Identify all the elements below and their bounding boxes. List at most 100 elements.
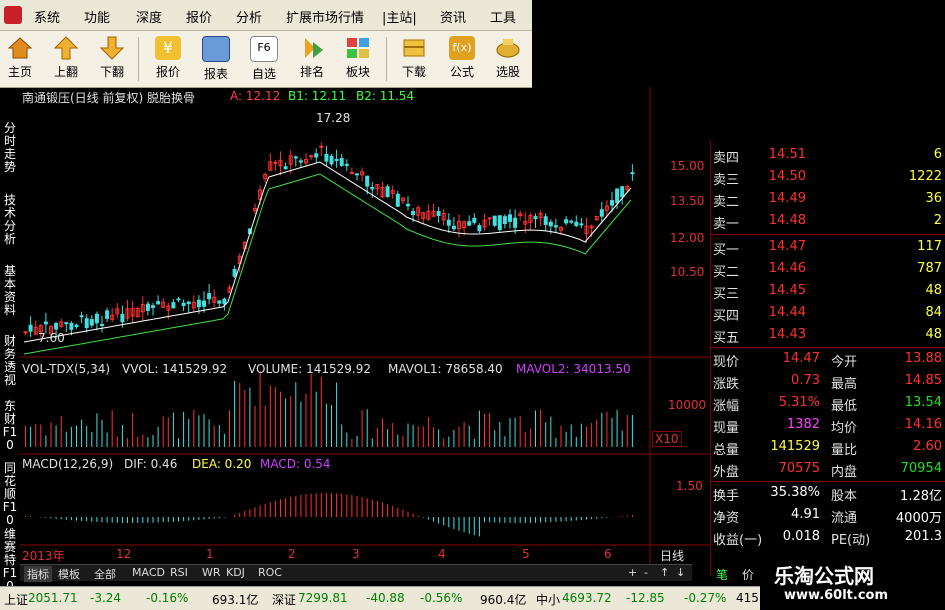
zx-value: 4693.72 bbox=[562, 591, 612, 605]
candle bbox=[615, 188, 620, 204]
tab-wr[interactable]: WR bbox=[202, 566, 221, 579]
candle bbox=[436, 211, 441, 217]
candle bbox=[502, 216, 507, 225]
menu-item[interactable]: 扩展市场行情 bbox=[286, 7, 364, 26]
stat-row: 涨幅 5.31% 最低 13.54 bbox=[713, 395, 942, 414]
scroll-up-button[interactable]: ↑ bbox=[660, 566, 669, 579]
candle bbox=[569, 220, 574, 223]
price-tick: 12.00 bbox=[670, 231, 705, 245]
page-down-button[interactable]: 下翻 bbox=[92, 34, 132, 84]
candle bbox=[79, 315, 84, 318]
rank-button[interactable]: 排名 bbox=[292, 34, 332, 84]
page-up-button[interactable]: 上翻 bbox=[46, 34, 86, 84]
toolbar-divider bbox=[386, 37, 387, 81]
candle bbox=[487, 217, 492, 220]
side-tab-wst-f10[interactable]: 维赛特F10 bbox=[2, 528, 18, 593]
menu-bar: 系统 功能 深度 报价 分析 扩展市场行情 |主站| 资讯 工具 bbox=[0, 0, 532, 31]
formula-button[interactable]: f(x) 公式 bbox=[442, 34, 482, 84]
watchlist-button[interactable]: F6 自选 bbox=[244, 34, 284, 84]
candle bbox=[324, 153, 329, 162]
home-button[interactable]: 主页 bbox=[0, 34, 40, 84]
zoom-out-button[interactable]: - bbox=[644, 566, 648, 579]
candle bbox=[574, 221, 579, 227]
sz-change: -40.88 bbox=[366, 591, 405, 605]
candles bbox=[23, 142, 635, 339]
candle bbox=[64, 322, 69, 325]
mavol2-value: MAVOL2: 34013.50 bbox=[516, 362, 631, 376]
sh-label: 上证 bbox=[4, 593, 29, 607]
candle bbox=[171, 302, 176, 309]
peak-label: 17.28 bbox=[316, 111, 351, 125]
download-button[interactable]: 下载 bbox=[394, 34, 434, 84]
candle bbox=[283, 166, 288, 170]
menu-item[interactable]: 报价 bbox=[186, 7, 212, 26]
indicator-a: A: 12.12 bbox=[230, 89, 281, 103]
tab-rsi[interactable]: RSI bbox=[170, 566, 188, 579]
indicator-b2: B2: 11.54 bbox=[356, 89, 415, 103]
candle bbox=[513, 217, 518, 228]
candle bbox=[222, 298, 227, 305]
date-label: 2013年 bbox=[22, 549, 65, 563]
candle bbox=[630, 172, 635, 175]
menu-item[interactable]: |主站| bbox=[382, 7, 417, 26]
quote-button[interactable]: ¥ 报价 bbox=[148, 34, 188, 84]
sh-amount: 693.1亿 bbox=[212, 593, 259, 607]
sell-row: 卖四 14.51 6 bbox=[713, 147, 942, 166]
menu-item[interactable]: 深度 bbox=[136, 7, 162, 26]
candle bbox=[196, 299, 201, 308]
tab-macd[interactable]: MACD bbox=[132, 566, 165, 579]
candle bbox=[74, 324, 79, 328]
tab-all[interactable]: 全部 bbox=[94, 566, 116, 582]
menu-item[interactable]: 资讯 bbox=[440, 7, 466, 26]
side-tab-technical[interactable]: 技术分析 bbox=[2, 194, 18, 246]
buy-row: 买一 14.47 117 bbox=[713, 239, 942, 258]
stock-pick-button[interactable]: 选股 bbox=[488, 34, 528, 84]
candle bbox=[467, 221, 472, 226]
report-icon bbox=[202, 36, 230, 62]
side-tab-ths-f10[interactable]: 同花顺F10 bbox=[2, 462, 18, 527]
volume-value: VOLUME: 141529.92 bbox=[248, 362, 371, 376]
candle bbox=[344, 163, 349, 166]
download-icon bbox=[401, 36, 427, 60]
period-label[interactable]: 日线 bbox=[660, 547, 684, 564]
volume-bars bbox=[25, 370, 633, 447]
stock-pick-icon bbox=[495, 36, 521, 60]
price-tick: 13.50 bbox=[670, 194, 705, 208]
date-label: 6 bbox=[604, 547, 612, 561]
candle bbox=[451, 225, 456, 230]
tab-template[interactable]: 模板 bbox=[58, 566, 80, 582]
tab-kdj[interactable]: KDJ bbox=[226, 566, 245, 579]
candle bbox=[273, 161, 278, 164]
status-bar: 上证 2051.71 -3.24 -0.16% 693.1亿 深证 7299.8… bbox=[0, 586, 760, 610]
report-button[interactable]: 报表 bbox=[196, 34, 236, 84]
tab-ticks[interactable]: 笔 bbox=[716, 566, 728, 583]
f6-icon: F6 bbox=[250, 36, 278, 62]
menu-item[interactable]: 功能 bbox=[84, 7, 110, 26]
tab-price[interactable]: 价 bbox=[742, 566, 754, 583]
macd-bars bbox=[25, 493, 633, 537]
candle bbox=[370, 187, 375, 190]
side-tab-east-f10[interactable]: 东财F10 bbox=[2, 400, 18, 452]
sz-amount: 960.4亿 bbox=[480, 593, 527, 607]
side-tab-intraday[interactable]: 分时走势 bbox=[2, 122, 18, 174]
tab-roc[interactable]: ROC bbox=[258, 566, 282, 579]
vol-header: VOL-TDX(5,34) bbox=[22, 362, 111, 376]
menu-item[interactable]: 分析 bbox=[236, 7, 262, 26]
low-label: 7.60 bbox=[38, 331, 65, 345]
stat-row: 现价 14.47 今开 13.88 bbox=[713, 351, 942, 370]
zoom-in-button[interactable]: + bbox=[628, 566, 637, 579]
kline-chart[interactable] bbox=[20, 87, 710, 564]
side-tab-profile[interactable]: 基本资料 bbox=[2, 265, 18, 317]
menu-item[interactable]: 工具 bbox=[490, 7, 516, 26]
sector-button[interactable]: 板块 bbox=[338, 34, 378, 84]
zx-percent: -0.27% bbox=[684, 591, 727, 605]
menu-item[interactable]: 系统 bbox=[34, 7, 60, 26]
stat-row: 总量 141529 量比 2.60 bbox=[713, 439, 942, 458]
chart-title: 南通锻压(日线 前复权) 脱胎换骨 bbox=[22, 91, 195, 105]
date-label: 3 bbox=[352, 547, 360, 561]
candle bbox=[202, 300, 206, 307]
side-tab-finance[interactable]: 财务透视 bbox=[2, 335, 18, 387]
date-label: 1 bbox=[206, 547, 214, 561]
scroll-down-button[interactable]: ↓ bbox=[676, 566, 685, 579]
tab-indicator[interactable]: 指标 bbox=[24, 566, 52, 582]
